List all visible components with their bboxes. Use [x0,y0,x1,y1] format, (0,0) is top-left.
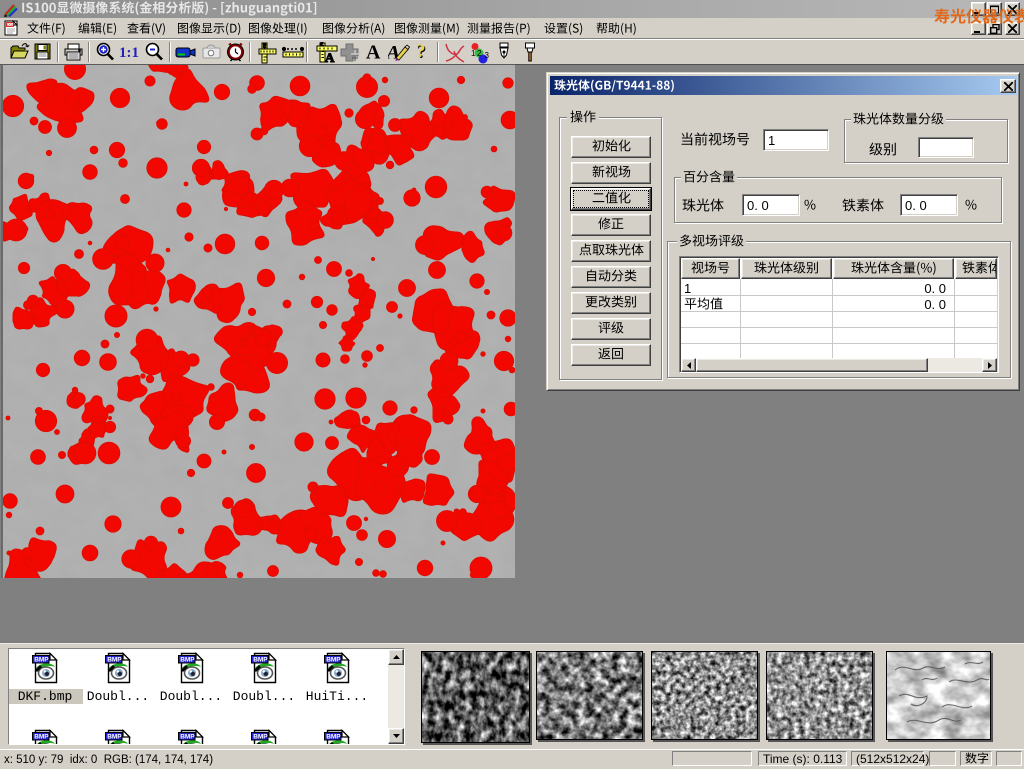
svg-text:?: ? [417,42,426,62]
svg-text:BMP: BMP [107,734,122,741]
svg-text:BMP: BMP [253,657,268,664]
svg-text:DOC: DOC [7,23,15,27]
svg-text:A: A [366,42,381,62]
svg-text:BMP: BMP [107,657,122,664]
svg-text:E: E [321,42,324,48]
svg-text:E: E [263,44,266,50]
svg-text:2: 2 [477,49,482,58]
svg-text:BMP: BMP [326,657,341,664]
svg-text:BMP: BMP [34,657,49,664]
svg-text:1: 1 [471,49,476,58]
svg-text:A: A [325,50,335,64]
svg-text:BMP: BMP [34,734,49,741]
svg-text:3: 3 [485,51,490,60]
svg-text:1:1: 1:1 [119,45,139,61]
svg-text:BMP: BMP [253,734,268,741]
svg-text:BMP: BMP [326,734,341,741]
svg-text:BMP: BMP [180,657,195,664]
svg-text:BMP: BMP [180,734,195,741]
